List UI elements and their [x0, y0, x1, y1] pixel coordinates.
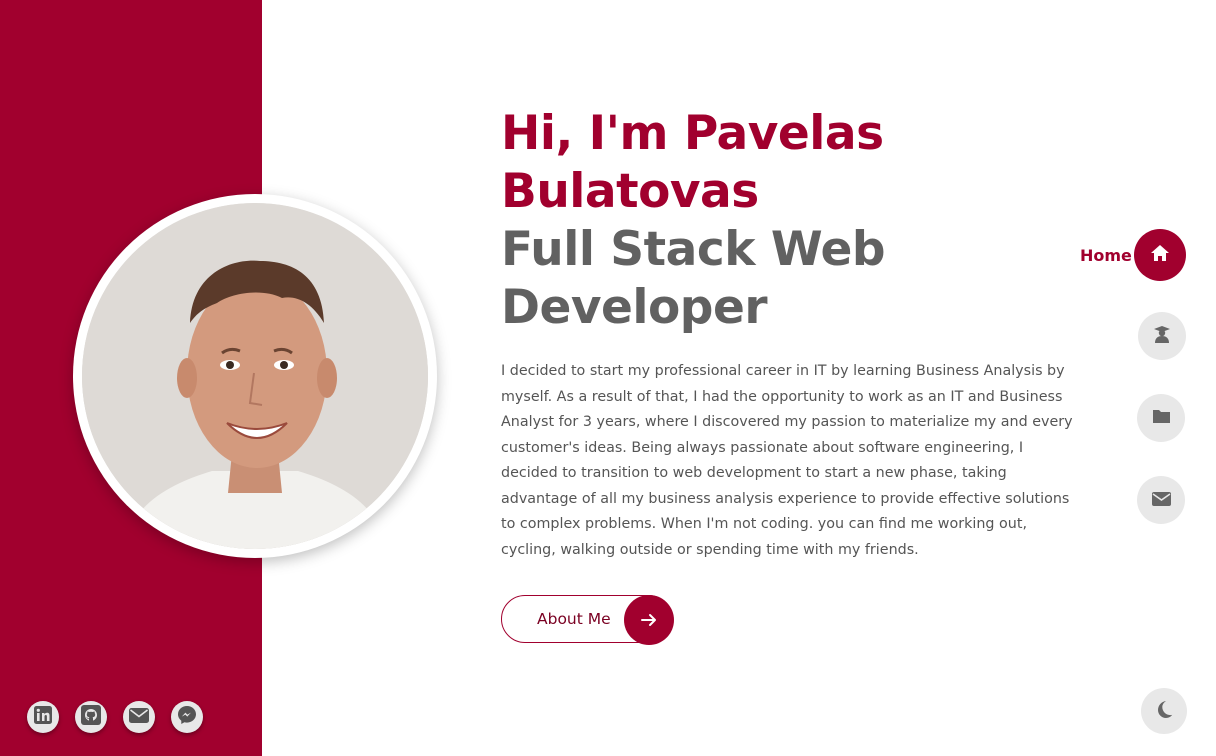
moon-icon — [1155, 700, 1173, 722]
page: Hi, I'm Pavelas Bulatovas Full Stack Web… — [0, 0, 1216, 756]
messenger-icon — [177, 705, 197, 729]
nav-home-button[interactable] — [1134, 229, 1186, 281]
profile-portrait-image — [82, 203, 428, 549]
nav-contact-button[interactable] — [1137, 476, 1185, 524]
profile-photo — [82, 203, 428, 549]
email-link[interactable] — [123, 701, 155, 733]
nav-portfolio-button[interactable] — [1137, 394, 1185, 442]
hero-headline: Hi, I'm Pavelas Bulatovas Full Stack Web… — [501, 105, 1061, 337]
envelope-icon — [1151, 491, 1171, 510]
linkedin-icon — [34, 706, 52, 728]
arrow-right-icon — [624, 595, 674, 645]
hero-intro-text: I decided to start my professional caree… — [501, 363, 1073, 558]
envelope-icon — [129, 707, 149, 727]
hero-greeting: Hi, I'm Pavelas Bulatovas — [501, 106, 884, 219]
nav-education-button[interactable] — [1138, 312, 1186, 360]
profile-photo-frame — [73, 194, 437, 558]
home-icon — [1150, 244, 1170, 266]
about-me-button[interactable]: About Me — [501, 595, 674, 645]
graduate-icon — [1152, 324, 1172, 348]
hero-role: Full Stack Web Developer — [501, 222, 886, 335]
nav-active-label: Home — [1080, 246, 1132, 265]
github-icon — [81, 705, 101, 729]
github-link[interactable] — [75, 701, 107, 733]
messenger-link[interactable] — [171, 701, 203, 733]
theme-toggle-button[interactable] — [1141, 688, 1187, 734]
folder-icon — [1152, 408, 1171, 428]
linkedin-link[interactable] — [27, 701, 59, 733]
about-me-label: About Me — [537, 610, 611, 628]
